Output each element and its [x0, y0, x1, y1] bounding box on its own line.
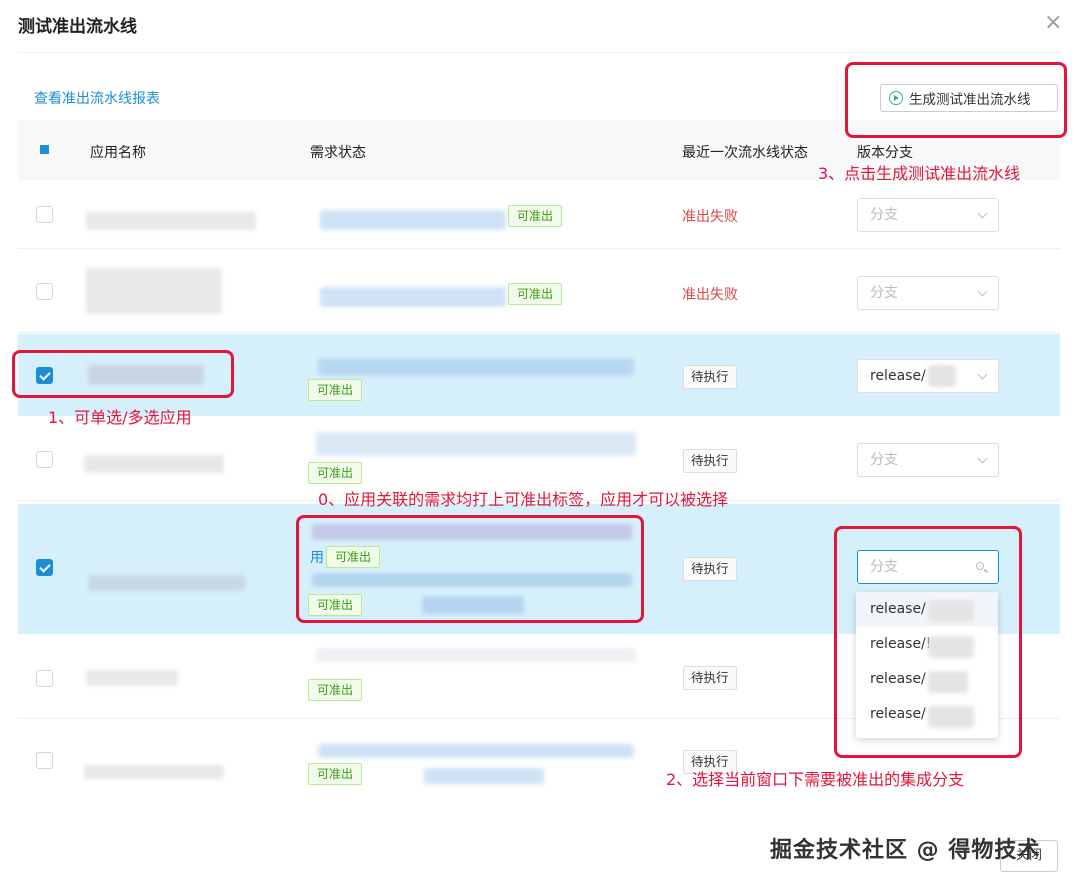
annotation-box-checkbox [12, 350, 234, 398]
branch-name-redacted [928, 365, 956, 387]
row-checkbox[interactable] [36, 451, 53, 468]
row-checkbox[interactable] [36, 752, 53, 769]
close-icon[interactable]: × [1044, 10, 1062, 35]
pipeline-status: 准出失败 [682, 209, 738, 225]
pipeline-status-badge: 待执行 [683, 365, 737, 389]
requirement-redacted [424, 768, 544, 784]
dialog-title: 测试准出流水线 [18, 17, 137, 37]
annotation-box-generate [845, 62, 1067, 138]
row-checkbox-checked[interactable] [36, 559, 53, 576]
watermark: 掘金技术社区 @ 得物技术 [770, 838, 1041, 863]
requirement-redacted [320, 210, 506, 230]
branch-select-value: 分支 [870, 207, 898, 223]
annotation-note-3: 3、点击生成测试准出流水线 [818, 164, 1021, 183]
row-checkbox[interactable] [36, 283, 53, 300]
app-name-redacted [84, 455, 224, 473]
chevron-down-icon [977, 453, 988, 464]
status-badge: 可准出 [308, 379, 363, 401]
annotation-note-0: 0、应用关联的需求均打上可准出标签，应用才可以被选择 [318, 490, 729, 509]
pipeline-status-badge: 待执行 [683, 449, 737, 473]
chevron-down-icon [977, 208, 988, 219]
chevron-down-icon [977, 286, 988, 297]
branch-select[interactable]: 分支 [857, 198, 999, 232]
chevron-down-icon [977, 369, 988, 380]
status-badge: 可准出 [308, 763, 363, 785]
select-all-checkbox[interactable] [40, 145, 49, 154]
annotation-box-branch [834, 526, 1022, 758]
annotation-box-tags [296, 515, 644, 623]
column-header-branch: 版本分支 [857, 145, 913, 161]
pipeline-status-badge: 待执行 [683, 557, 737, 581]
app-name-redacted [86, 212, 256, 230]
branch-select[interactable]: 分支 [857, 443, 999, 477]
column-header-requirement-status: 需求状态 [310, 145, 366, 161]
row-checkbox[interactable] [36, 670, 53, 687]
requirement-redacted [318, 358, 634, 376]
status-badge: 可准出 [508, 205, 563, 227]
row-divider [18, 332, 1060, 333]
report-link[interactable]: 查看准出流水线报表 [34, 88, 160, 108]
column-header-pipeline-status: 最近一次流水线状态 [682, 145, 808, 161]
title-divider [18, 52, 1060, 53]
column-header-app-name: 应用名称 [90, 145, 146, 161]
status-badge: 可准出 [308, 679, 363, 701]
status-badge: 可准出 [308, 462, 363, 484]
app-name-redacted [88, 575, 246, 591]
branch-select-value: 分支 [870, 285, 898, 301]
pipeline-status-badge: 待执行 [683, 666, 737, 690]
branch-select-value: release/ [870, 368, 926, 384]
requirement-redacted [316, 432, 636, 456]
requirement-redacted [318, 744, 634, 758]
app-name-redacted [84, 765, 224, 779]
row-checkbox[interactable] [36, 206, 53, 223]
branch-select[interactable]: 分支 [857, 276, 999, 310]
app-name-redacted [86, 268, 222, 314]
requirement-redacted [320, 287, 506, 307]
app-name-redacted [86, 670, 178, 686]
annotation-note-2: 2、选择当前窗口下需要被准出的集成分支 [666, 770, 965, 789]
annotation-note-1: 1、可单选/多选应用 [48, 408, 192, 427]
requirement-redacted [316, 648, 636, 662]
branch-select-value: 分支 [870, 452, 898, 468]
pipeline-status: 准出失败 [682, 287, 738, 303]
status-badge: 可准出 [508, 283, 563, 305]
row-divider [18, 248, 1060, 249]
